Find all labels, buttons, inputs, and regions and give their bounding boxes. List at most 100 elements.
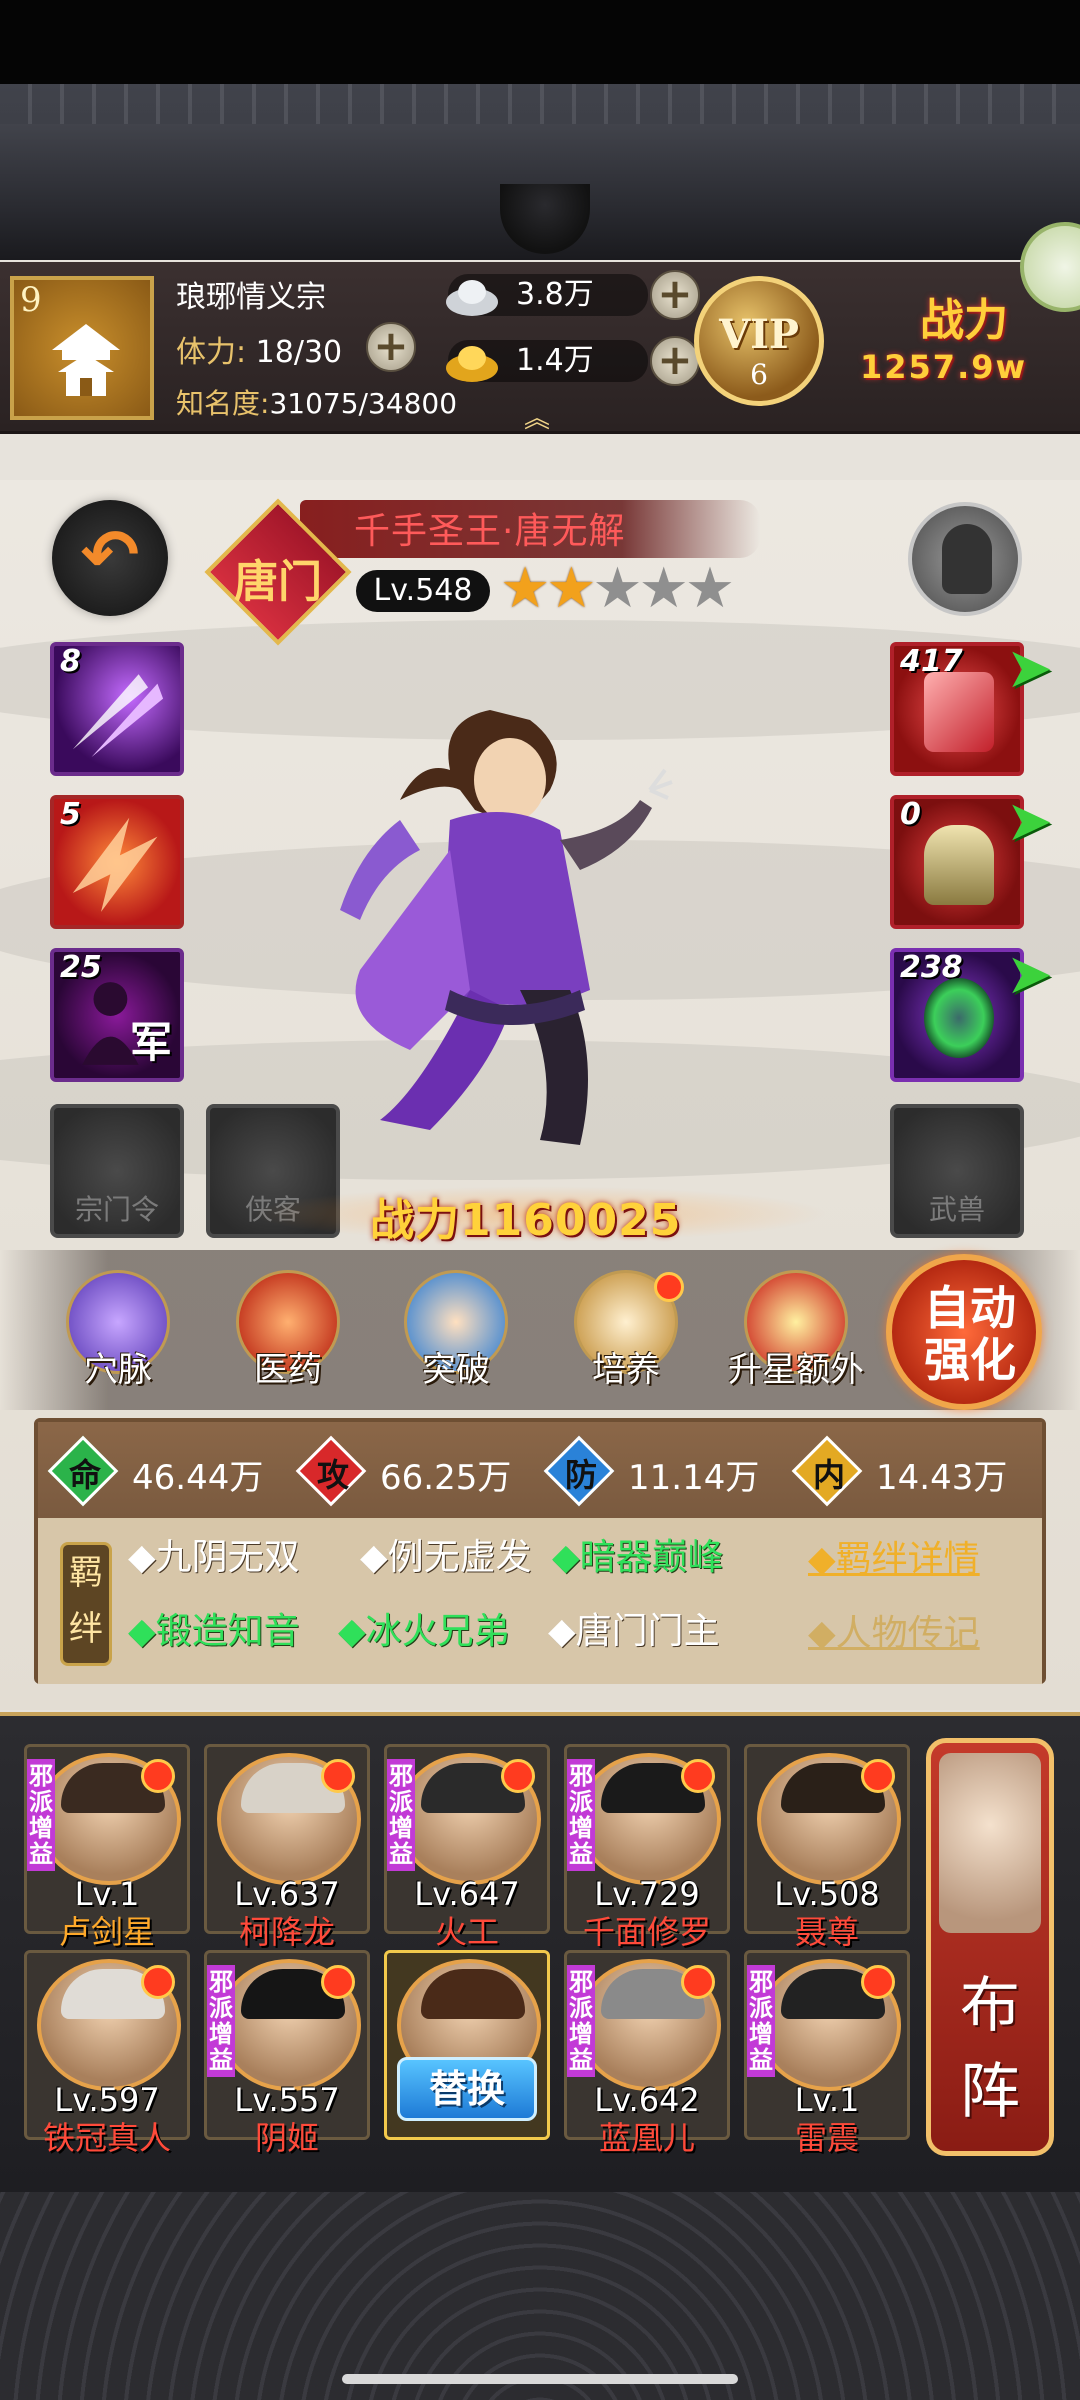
auto-strengthen-button[interactable]: 自动强化 <box>886 1254 1042 1410</box>
dart-burst-icon <box>72 674 164 757</box>
card-name: 聂尊 <box>794 1913 859 1951</box>
silver-ingot-icon <box>446 280 498 316</box>
stat-value: 66.25万 <box>380 1458 512 1498</box>
stats-row: 命 46.44万 攻 66.25万 防 11.14万 内 14.43万 <box>38 1422 1042 1518</box>
hero-power: 战力1160025 <box>370 1184 681 1248</box>
skill-slot-1[interactable]: 8 <box>50 642 184 776</box>
card-name: 卢剑星 <box>58 1913 155 1951</box>
lineup-card[interactable]: 邪派增益 Lv.557 阴姬 <box>204 1950 370 2157</box>
medicine-button[interactable]: 医药 <box>228 1270 348 1390</box>
evil-sect-buff-tag: 邪派增益 <box>27 1759 55 1871</box>
flame-slash-icon <box>72 817 158 912</box>
formation-label: 布阵 <box>960 1971 1020 2127</box>
fame-value: 31075/34800 <box>269 387 458 420</box>
fetter-details-link[interactable]: ◆羁绊详情 <box>808 1530 980 1582</box>
stat-value: 14.43万 <box>876 1458 1008 1498</box>
lineup-card[interactable]: Lv.508 聂尊 <box>744 1744 910 1951</box>
lineup-card[interactable]: Lv.597 铁冠真人 <box>24 1950 190 2157</box>
statue-icon[interactable] <box>908 502 1022 616</box>
lineup-card[interactable]: 替换 <box>384 1950 550 2140</box>
resource-bar: 9 琅琊情义宗 体力: 18/30 + 知名度:31075/34800 3.8万… <box>0 262 1080 434</box>
swap-button[interactable]: 替换 <box>397 2057 537 2121</box>
notification-dot <box>501 1759 535 1793</box>
star-up-extra-button[interactable]: 升星额外 <box>728 1270 864 1390</box>
stat-key: 内 <box>812 1456 845 1494</box>
add-silver-button[interactable]: + <box>650 270 700 320</box>
breakthrough-button[interactable]: 突破 <box>396 1270 516 1390</box>
stat-value: 11.14万 <box>628 1458 760 1498</box>
skill-badge: 军 <box>129 1018 172 1067</box>
add-stamina-button[interactable]: + <box>366 322 416 372</box>
vip-level: 6 <box>750 358 768 391</box>
hero-portrait[interactable] <box>300 690 720 1170</box>
biography-link[interactable]: ◆人物传记 <box>808 1604 980 1656</box>
fetter-item: ◆冰火兄弟 <box>338 1611 510 1652</box>
notification-dot <box>321 1965 355 1999</box>
upgrade-arrow-icon: ➤ <box>1006 789 1053 854</box>
sect-order-slot[interactable]: 宗门令 <box>50 1104 184 1238</box>
meridian-button[interactable]: 穴脉 <box>58 1270 178 1390</box>
hero-power-label: 战力 <box>370 1195 460 1246</box>
stat-value: 46.44万 <box>132 1458 264 1498</box>
fetter-item: ◆暗器巅峰 <box>552 1537 724 1578</box>
notification-dot <box>654 1272 684 1302</box>
add-gold-button[interactable]: + <box>650 336 700 386</box>
expand-chevron-icon[interactable]: ︽ <box>524 398 574 434</box>
back-button[interactable]: ↶ <box>52 500 168 616</box>
evil-sect-buff-tag: 邪派增益 <box>207 1965 235 2077</box>
star-up-extra-label: 升星额外 <box>728 1350 864 1390</box>
fetter-item: ◆唐门门主 <box>548 1611 720 1652</box>
card-name: 柯降龙 <box>238 1913 335 1951</box>
skill-slot-3[interactable]: 25 军 <box>50 948 184 1082</box>
evil-sect-buff-tag: 邪派增益 <box>747 1965 775 2077</box>
lineup-card[interactable]: 邪派增益 Lv.647 火工 <box>384 1744 550 1951</box>
stamina-label: 体力: <box>176 335 247 370</box>
skill-slot-2[interactable]: 5 <box>50 795 184 929</box>
silver-value: 3.8万 <box>516 277 594 312</box>
lineup-card[interactable]: Lv.637 柯降龙 <box>204 1744 370 1951</box>
crossbow-icon <box>924 672 994 752</box>
total-power-value: 1257.9w <box>860 348 1028 386</box>
fetter-item: ◆锻造知音 <box>128 1611 300 1652</box>
stat-key: 命 <box>68 1456 101 1494</box>
stamina-value: 18/30 <box>255 335 343 370</box>
meridian-label: 穴脉 <box>84 1350 152 1390</box>
formation-button[interactable]: 布阵 <box>926 1738 1054 2156</box>
fetters-area: 羁绊 ◆九阴无双 ◆例无虚发 ◆暗器巅峰 ◆羁绊详情 ◆锻造知音 ◆冰火兄弟 ◆… <box>38 1518 1042 1684</box>
star-icon: ★ <box>638 556 689 621</box>
auto-strengthen-label: 自动强化 <box>924 1281 1016 1387</box>
equipment-slot-weapon[interactable]: 417 ➤ <box>890 636 1053 776</box>
equipment-slot-armor[interactable]: 0 ➤ <box>890 789 1053 929</box>
fetter-item: ◆九阴无双 <box>128 1537 300 1578</box>
card-name: 雷震 <box>794 2119 859 2157</box>
lineup-card[interactable]: 邪派增益 Lv.1 雷震 <box>744 1950 910 2157</box>
card-name: 铁冠真人 <box>42 2119 171 2157</box>
stamina: 体力: 18/30 <box>176 327 342 371</box>
lineup-card[interactable]: 邪派增益 Lv.729 千面修罗 <box>564 1744 730 1951</box>
gold-counter: 1.4万 <box>446 340 648 382</box>
jade-orb-icon <box>924 978 994 1058</box>
vip-badge[interactable]: VIP 6 <box>694 276 824 406</box>
equipment-slot-accessory[interactable]: 238 ➤ <box>890 942 1053 1082</box>
sect-order-label: 宗门令 <box>74 1193 159 1226</box>
stats-panel: 命 46.44万 攻 66.25万 防 11.14万 内 14.43万 羁绊 ◆… <box>34 1418 1046 1684</box>
status-bar <box>0 0 1080 84</box>
evil-sect-buff-tag: 邪派增益 <box>387 1759 415 1871</box>
lineup-card[interactable]: 邪派增益 Lv.642 蓝凰儿 <box>564 1950 730 2157</box>
formation-portrait <box>939 1753 1041 1933</box>
pagoda-icon <box>52 324 120 396</box>
card-name: 火工 <box>434 1913 499 1951</box>
notification-dot <box>681 1965 715 1999</box>
notification-dot <box>141 1759 175 1793</box>
vip-label: VIP <box>719 311 799 358</box>
home-indicator[interactable] <box>342 2374 738 2384</box>
star-rating: ★★★★★ <box>500 556 735 621</box>
star-icon: ★ <box>546 556 596 621</box>
armor-icon <box>924 825 994 905</box>
sect-icon[interactable]: 9 <box>10 276 154 420</box>
beast-slot[interactable]: 武兽 <box>890 1104 1024 1238</box>
cultivate-button[interactable]: 培养 <box>566 1270 686 1390</box>
gold-value: 1.4万 <box>516 343 594 378</box>
lineup-card[interactable]: 邪派增益 Lv.1 卢剑星 <box>24 1744 190 1951</box>
card-name: 蓝凰儿 <box>598 2119 695 2157</box>
